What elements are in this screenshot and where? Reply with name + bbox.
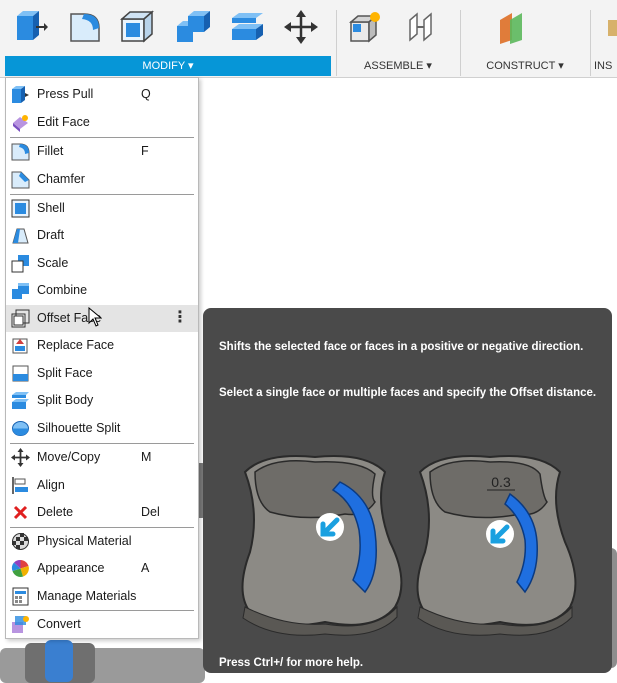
menu-item-manage-materials[interactable]: Manage Materials [6, 583, 198, 610]
offset-dimension-label: 0.3 [491, 474, 511, 490]
menu-item-silhouette-split[interactable]: Silhouette Split [6, 415, 198, 442]
press-pull-icon [12, 86, 29, 103]
fillet-icon [11, 143, 30, 161]
split-body-icon [12, 392, 29, 409]
more-options-icon[interactable]: ⋮ [172, 307, 188, 327]
menu-item-press-pull[interactable]: Press Pull Q [6, 81, 198, 108]
menu-item-draft[interactable]: Draft [6, 222, 198, 249]
new-component-icon[interactable] [348, 10, 382, 44]
menu-item-offset-face[interactable]: Offset Face ⋮ [6, 305, 198, 332]
insert-icon[interactable] [608, 20, 617, 36]
offset-face-tooltip: Shifts the selected face or faces in a p… [203, 308, 612, 673]
shell-icon [11, 199, 30, 218]
menu-item-delete[interactable]: Delete Del [6, 499, 198, 526]
delete-icon [13, 505, 28, 520]
menu-item-fillet[interactable]: Fillet F [6, 138, 198, 165]
move-copy-icon [11, 448, 30, 467]
menu-item-chamfer[interactable]: Chamfer [6, 166, 198, 193]
tooltip-help-hint: Press Ctrl+/ for more help. [219, 657, 364, 669]
modify-dropdown-menu: Press Pull Q Edit Face Fillet F Chamfer … [5, 77, 199, 639]
modify-menu-button[interactable]: MODIFY ▾ [5, 56, 331, 76]
align-icon [12, 477, 28, 494]
tooltip-illustration: 0.3 [241, 455, 577, 636]
toolbar-separator [590, 10, 591, 76]
move-icon[interactable] [284, 10, 318, 44]
model-highlight [45, 640, 73, 682]
menu-item-move-copy[interactable]: Move/Copy M [6, 444, 198, 471]
tooltip-description: Shifts the selected face or faces in a p… [219, 341, 584, 353]
split-body-icon[interactable] [230, 10, 264, 44]
menu-item-physical-material[interactable]: Physical Material [6, 528, 198, 555]
toolbar-separator [336, 10, 337, 76]
physical-material-icon [12, 533, 29, 550]
assemble-menu-button[interactable]: ASSEMBLE ▾ [338, 56, 458, 76]
press-pull-icon[interactable] [14, 10, 48, 44]
chamfer-icon [11, 171, 30, 189]
offset-plane-icon[interactable] [496, 10, 530, 44]
menu-item-split-face[interactable]: Split Face [6, 360, 198, 387]
menu-item-align[interactable]: Align [6, 472, 198, 499]
menu-item-split-body[interactable]: Split Body [6, 387, 198, 414]
replace-face-icon [12, 338, 28, 354]
edit-face-icon [13, 115, 28, 132]
split-face-icon [12, 365, 29, 382]
fillet-icon[interactable] [68, 10, 102, 44]
shell-icon[interactable] [120, 10, 154, 44]
construct-menu-button[interactable]: CONSTRUCT ▾ [462, 56, 588, 76]
menu-item-replace-face[interactable]: Replace Face [6, 332, 198, 359]
menu-item-edit-face[interactable]: Edit Face [6, 109, 198, 136]
mouse-cursor-icon [88, 307, 102, 327]
menu-item-appearance[interactable]: Appearance A [6, 555, 198, 582]
appearance-icon [11, 559, 29, 577]
menu-item-shell[interactable]: Shell [6, 195, 198, 222]
offset-face-icon [11, 309, 30, 328]
menu-item-convert[interactable]: Convert [6, 611, 198, 638]
insert-menu-button[interactable]: INS [594, 56, 617, 76]
manage-materials-icon [12, 587, 29, 606]
toolbar: MODIFY ▾ ASSEMBLE ▾ CONSTRUCT ▾ INS [0, 0, 617, 78]
combine-icon [12, 283, 29, 299]
menu-item-combine[interactable]: Combine [6, 277, 198, 304]
silhouette-split-icon [12, 421, 29, 436]
tooltip-instruction: Select a single face or multiple faces a… [219, 387, 597, 399]
draft-icon [12, 228, 29, 244]
combine-icon[interactable] [176, 10, 210, 44]
convert-icon [12, 616, 29, 633]
toolbar-separator [460, 10, 461, 76]
scale-icon [11, 255, 29, 273]
joint-icon[interactable] [404, 10, 438, 44]
menu-item-scale[interactable]: Scale [6, 250, 198, 277]
